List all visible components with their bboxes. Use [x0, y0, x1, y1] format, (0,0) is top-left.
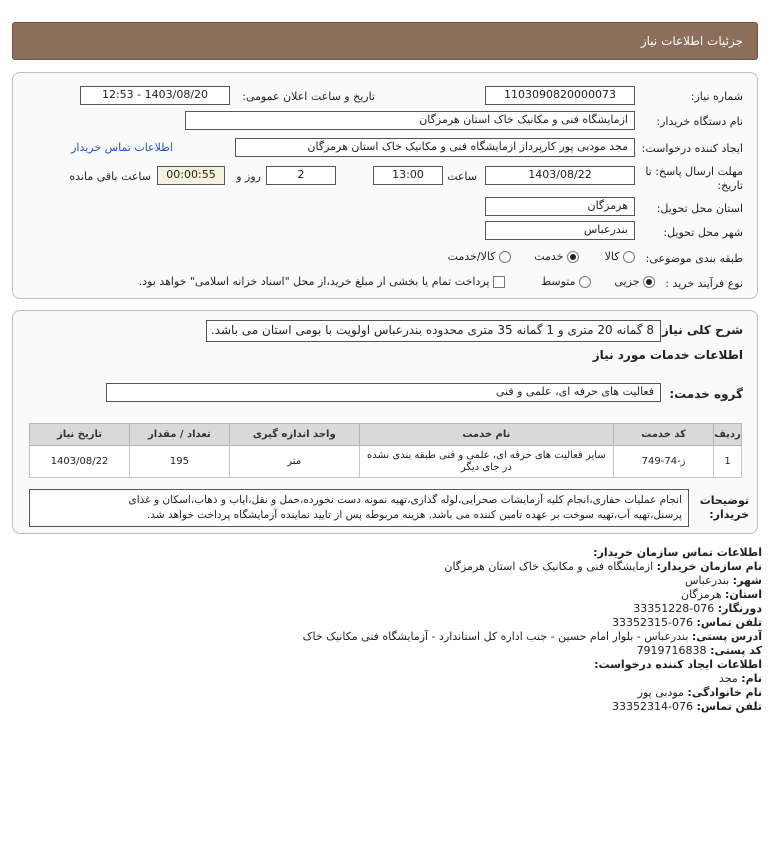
radio-selected-icon[interactable] [643, 276, 655, 288]
city-field: بندرعباس [485, 221, 635, 240]
category-option-goods-service[interactable]: کالا/خدمت [448, 250, 511, 263]
col-unit-header: واحد اندازه گیری [228, 423, 360, 446]
col-qty-header: تعداد / مقدار [128, 423, 230, 446]
cell-date: 1403/08/22 [29, 445, 130, 478]
contact-org-section-title: اطلاعات تماس سازمان خریدار: [593, 546, 762, 559]
contact-city: شهر: بندرعباس [685, 574, 762, 587]
cell-unit: متر [228, 445, 360, 478]
buyer-org-label: نام دستگاه خریدار: [656, 115, 743, 128]
creator-phone: تلفن تماس: 076-33352314 [612, 700, 762, 713]
city-label: شهر محل تحویل: [663, 226, 743, 239]
announce-label: تاریخ و ساعت اعلان عمومی: [242, 90, 375, 103]
contact-buyer-name: نام سازمان خریدار: ازمایشگاه فنی و مکانی… [444, 560, 762, 573]
page-title: جزئیات اطلاعات نیاز [640, 34, 743, 48]
need-info-panel: شماره نیاز: 1103090820000073 تاریخ و ساع… [12, 72, 758, 299]
table-row: 1 ز-74-749 سایر فعالیت های حرفه ای، علمی… [29, 445, 742, 478]
services-title: اطلاعات خدمات مورد نیاز [592, 348, 743, 362]
contact-postal-code: کد پستی: 7919716838 [636, 644, 762, 657]
buyer-notes-line: انجام عملیات حفاری،انجام کلیه آزمایشات ص… [128, 494, 682, 506]
creator-first-name: نام: مجد [718, 672, 762, 685]
buyer-notes-field: انجام عملیات حفاری،انجام کلیه آزمایشات ص… [29, 489, 689, 527]
contact-province: استان: هرمزگان [681, 588, 762, 601]
col-date-header: تاریخ نیاز [29, 423, 130, 446]
table-header-row: ردیف کد خدمت نام خدمت واحد اندازه گیری ت… [29, 423, 742, 446]
contact-phone: تلفن تماس: 076-33352315 [612, 616, 762, 629]
col-code-header: کد خدمت [613, 423, 715, 446]
checkbox-icon[interactable] [493, 276, 505, 288]
creator-section-title: اطلاعات ایجاد کننده درخواست: [594, 658, 762, 671]
services-table: ردیف کد خدمت نام خدمت واحد اندازه گیری ت… [29, 423, 742, 478]
remaining-label: ساعت باقی مانده [69, 170, 151, 183]
contact-address: آدرس پستی: بندرعباس - بلوار امام حسین - … [302, 630, 762, 643]
deadline-time-field: 13:00 [373, 166, 443, 185]
remaining-time-field: 00:00:55 [157, 166, 225, 185]
process-option-medium[interactable]: متوسط [541, 275, 591, 288]
need-number-label: شماره نیاز: [690, 90, 743, 103]
treasury-payment-checkbox[interactable]: پرداخت تمام یا بخشی از مبلغ خرید،از محل … [139, 275, 505, 288]
creator-field: مجد مودبی پور کارپرداز ازمایشگاه فنی و م… [235, 138, 635, 157]
service-group-label: گروه خدمت: [669, 387, 743, 401]
buyer-notes-label: توضیحات [699, 494, 749, 507]
province-label: استان محل تحویل: [656, 202, 743, 215]
summary-label: شرح کلی نیاز: [657, 323, 743, 337]
need-details-panel: شرح کلی نیاز: 8 گمانه 20 متری و 1 گمانه … [12, 310, 758, 534]
radio-selected-icon[interactable] [567, 251, 579, 263]
category-option-goods[interactable]: کالا [605, 250, 635, 263]
category-label: طبقه بندی موضوعی: [645, 252, 743, 265]
cell-row: 1 [713, 445, 742, 478]
page-header: جزئیات اطلاعات نیاز [12, 22, 758, 60]
radio-icon[interactable] [499, 251, 511, 263]
deadline-date-field: 1403/08/22 [485, 166, 635, 185]
buyer-contact-link[interactable]: اطلاعات تماس خریدار [71, 141, 173, 154]
process-label: نوع فرآیند خرید : [665, 277, 743, 290]
summary-field: 8 گمانه 20 متری و 1 گمانه 35 متری محدوده… [206, 320, 661, 342]
deadline-date-label: تاریخ: [717, 179, 743, 192]
deadline-time-label: ساعت [447, 170, 477, 183]
buyer-org-field: ازمایشگاه فنی و مکانیک خاک استان هرمزگان [185, 111, 635, 130]
radio-icon[interactable] [623, 251, 635, 263]
category-option-service[interactable]: خدمت [534, 250, 579, 263]
announce-field: 1403/08/20 - 12:53 [80, 86, 230, 105]
deadline-label: مهلت ارسال پاسخ: تا [645, 165, 743, 178]
buyer-notes-label-2: خریدار: [709, 508, 749, 521]
cell-qty: 195 [128, 445, 230, 478]
cell-name: سایر فعالیت های حرفه ای، علمی و فنی طبقه… [358, 445, 615, 478]
province-field: هرمزگان [485, 197, 635, 216]
days-label: روز و [236, 170, 261, 183]
contact-fax: دورنگار: 076-33351228 [633, 602, 762, 615]
creator-label: ایجاد کننده درخواست: [641, 142, 743, 155]
process-option-minor[interactable]: جزیی [614, 275, 655, 288]
need-number-field: 1103090820000073 [485, 86, 635, 105]
col-name-header: نام خدمت [358, 423, 615, 446]
buyer-notes-line: پرسنل،تهیه آب،تهیه سوخت بر عهده تامین کن… [146, 509, 682, 521]
service-group-field: فعالیت های حرفه ای، علمی و فنی [106, 383, 661, 402]
radio-icon[interactable] [579, 276, 591, 288]
days-field: 2 [266, 166, 336, 185]
cell-code: ز-74-749 [613, 445, 715, 478]
creator-last-name: نام خانوادگی: مودبی پور [637, 686, 762, 699]
col-row-header: ردیف [713, 423, 742, 446]
